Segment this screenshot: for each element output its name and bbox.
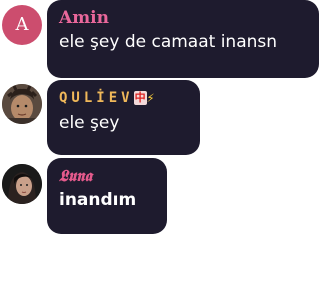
message-bubble: Amin ele şey de camaat inansn [47,0,319,78]
lightning-bolt-icon: ⚡ [146,91,155,106]
avatar[interactable] [2,84,42,124]
author-name[interactable]: Amin [59,8,307,28]
message-bubble: QULİEV中⚡ ele şey [47,80,200,155]
author-name-text: QULİEV [59,90,134,106]
avatar-photo-icon [2,84,42,124]
avatar-photo-icon [2,164,42,204]
author-name[interactable]: 𝕷𝖚𝖓𝖆 [59,166,155,186]
message-bubble: 𝕷𝖚𝖓𝖆 inandım [47,158,167,234]
avatar[interactable] [2,164,42,204]
message-text: ele şey de camaat inansn [59,32,278,52]
mahjong-badge-icon: 中 [133,91,147,105]
author-name[interactable]: QULİEV中⚡ [59,88,188,109]
avatar[interactable]: A [2,5,42,45]
avatar-initial: A [15,14,29,35]
message-text: inandım [59,190,137,210]
message-text: ele şey [59,113,120,133]
